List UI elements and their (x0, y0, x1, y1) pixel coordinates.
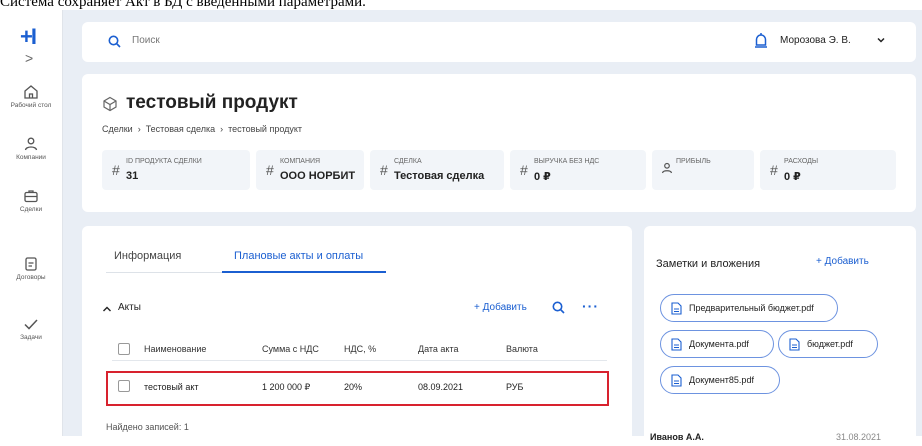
stat-label: ВЫРУЧКА БЕЗ НДС (534, 158, 600, 165)
top-bar: Поиск Морозова Э. В. (82, 22, 916, 62)
attachment-chip[interactable]: Документа.pdf (660, 330, 774, 358)
briefcase-icon (24, 190, 38, 203)
stat-value: 0 ₽ (784, 171, 801, 183)
cube-icon (103, 96, 117, 112)
file-icon (671, 302, 682, 315)
add-act-button[interactable]: + Добавить (474, 302, 527, 313)
file-icon (671, 338, 682, 351)
column-header[interactable]: Валюта (506, 344, 538, 354)
sidebar-item-companies[interactable]: Компании (0, 136, 62, 161)
hash-icon: # (770, 162, 778, 178)
hash-icon: # (112, 162, 120, 178)
user-name[interactable]: Морозова Э. В. (780, 35, 851, 46)
checkmark-icon (24, 319, 38, 330)
stat-profit: ПРИБЫЛЬ (652, 150, 754, 190)
chevron-up-icon[interactable] (102, 304, 112, 314)
file-icon (671, 374, 682, 387)
stat-value[interactable]: Тестовая сделка (394, 170, 484, 182)
chevron-down-icon[interactable] (876, 35, 886, 45)
hash-icon: # (380, 162, 388, 178)
attachment-name: Документ85.pdf (689, 375, 754, 385)
attachment-chip[interactable]: Документ85.pdf (660, 366, 780, 394)
file-icon (789, 338, 800, 351)
chevron-right-icon: › (220, 124, 224, 134)
hash-icon: # (520, 162, 528, 178)
person-icon (661, 162, 673, 174)
sidebar: +I > Рабочий стол Компании Сделки Догово… (0, 10, 63, 436)
column-header[interactable]: Сумма с НДС (262, 344, 319, 354)
acts-section-title[interactable]: Акты (118, 302, 141, 313)
stat-company: # КОМПАНИЯ ООО НОРБИТ (256, 150, 364, 190)
breadcrumb-item[interactable]: Сделки (102, 124, 133, 134)
note-date: 31.08.2021 (836, 432, 882, 442)
tab-plan-acts[interactable]: Плановые акты и оплаты (234, 250, 363, 262)
sidebar-collapse-button[interactable]: > (25, 50, 33, 66)
more-options-icon[interactable]: ··· (582, 298, 599, 314)
sidebar-item-desktop[interactable]: Рабочий стол (0, 84, 62, 109)
sidebar-item-tasks[interactable]: Задачи (0, 316, 62, 341)
sidebar-item-label: Рабочий стол (10, 102, 52, 109)
attachment-name: Документа.pdf (689, 339, 749, 349)
sidebar-item-label: Договоры (16, 274, 46, 281)
stat-revenue: # ВЫРУЧКА БЕЗ НДС 0 ₽ (510, 150, 646, 190)
stat-product-id: # ID ПРОДУКТА СДЕЛКИ 31 (102, 150, 250, 190)
stat-deal: # СДЕЛКА Тестовая сделка (370, 150, 504, 190)
stat-label: КОМПАНИЯ (280, 158, 321, 165)
app-logo[interactable]: +I (20, 24, 37, 50)
note-author: Иванов А.А. (650, 432, 704, 442)
breadcrumb-item: тестовый продукт (228, 124, 303, 134)
stat-label: ПРИБЫЛЬ (676, 158, 711, 165)
breadcrumb-item[interactable]: Тестовая сделка (146, 124, 215, 134)
stat-label: ID ПРОДУКТА СДЕЛКИ (126, 158, 202, 165)
highlight-box (106, 371, 609, 406)
attachment-chip[interactable]: бюджет.pdf (778, 330, 878, 358)
search-icon[interactable] (552, 301, 565, 314)
product-header-card: тестовый продукт Сделки › Тестовая сделка ›… (82, 74, 916, 212)
search-icon[interactable] (108, 35, 121, 48)
people-icon (24, 137, 38, 151)
stat-value[interactable]: ООО НОРБИТ (280, 170, 355, 182)
tab-information[interactable]: Информация (114, 250, 181, 262)
page-title: тестовый продукт (126, 92, 298, 113)
stat-value: 31 (126, 170, 139, 182)
notes-title: Заметки и вложения (656, 258, 761, 270)
hash-icon: # (266, 162, 274, 178)
breadcrumb: Сделки › Тестовая сделка › тестовый продукт (102, 124, 302, 134)
attachment-chip[interactable]: Предварительный бюджет.pdf (660, 294, 838, 322)
table-header: Наименование Сумма с НДС НДС, % Дата акт… (112, 338, 607, 361)
sidebar-item-deals[interactable]: Сделки (0, 188, 62, 213)
notes-attachments-card: Заметки и вложения + Добавить Предварите… (644, 226, 916, 446)
sidebar-item-contracts[interactable]: Договоры (0, 256, 62, 281)
document-icon (25, 257, 37, 271)
column-header[interactable]: Наименование (144, 344, 206, 354)
records-count: Найдено записей: 1 (106, 422, 189, 432)
stat-label: РАСХОДЫ (784, 158, 819, 165)
attachment-name: Предварительный бюджет.pdf (689, 303, 814, 313)
stat-label: СДЕЛКА (394, 158, 422, 165)
search-input[interactable]: Поиск (132, 35, 160, 46)
chevron-right-icon: › (137, 124, 141, 134)
sidebar-item-label: Сделки (19, 206, 43, 213)
app-window: +I > Рабочий стол Компании Сделки Догово… (0, 10, 922, 446)
home-icon (24, 85, 38, 99)
tab-active-indicator (222, 271, 386, 273)
sidebar-item-label: Задачи (20, 334, 42, 341)
add-note-button[interactable]: + Добавить (816, 256, 869, 267)
column-header[interactable]: НДС, % (344, 344, 376, 354)
attachment-name: бюджет.pdf (807, 339, 853, 349)
stat-value: 0 ₽ (534, 171, 551, 183)
column-header[interactable]: Дата акта (418, 344, 459, 354)
select-all-checkbox[interactable] (118, 343, 130, 355)
sidebar-item-label: Компании (16, 154, 46, 161)
plan-acts-card: Информация Плановые акты и оплаты Акты +… (82, 226, 632, 446)
bell-icon[interactable] (754, 32, 768, 50)
stat-expenses: # РАСХОДЫ 0 ₽ (760, 150, 896, 190)
